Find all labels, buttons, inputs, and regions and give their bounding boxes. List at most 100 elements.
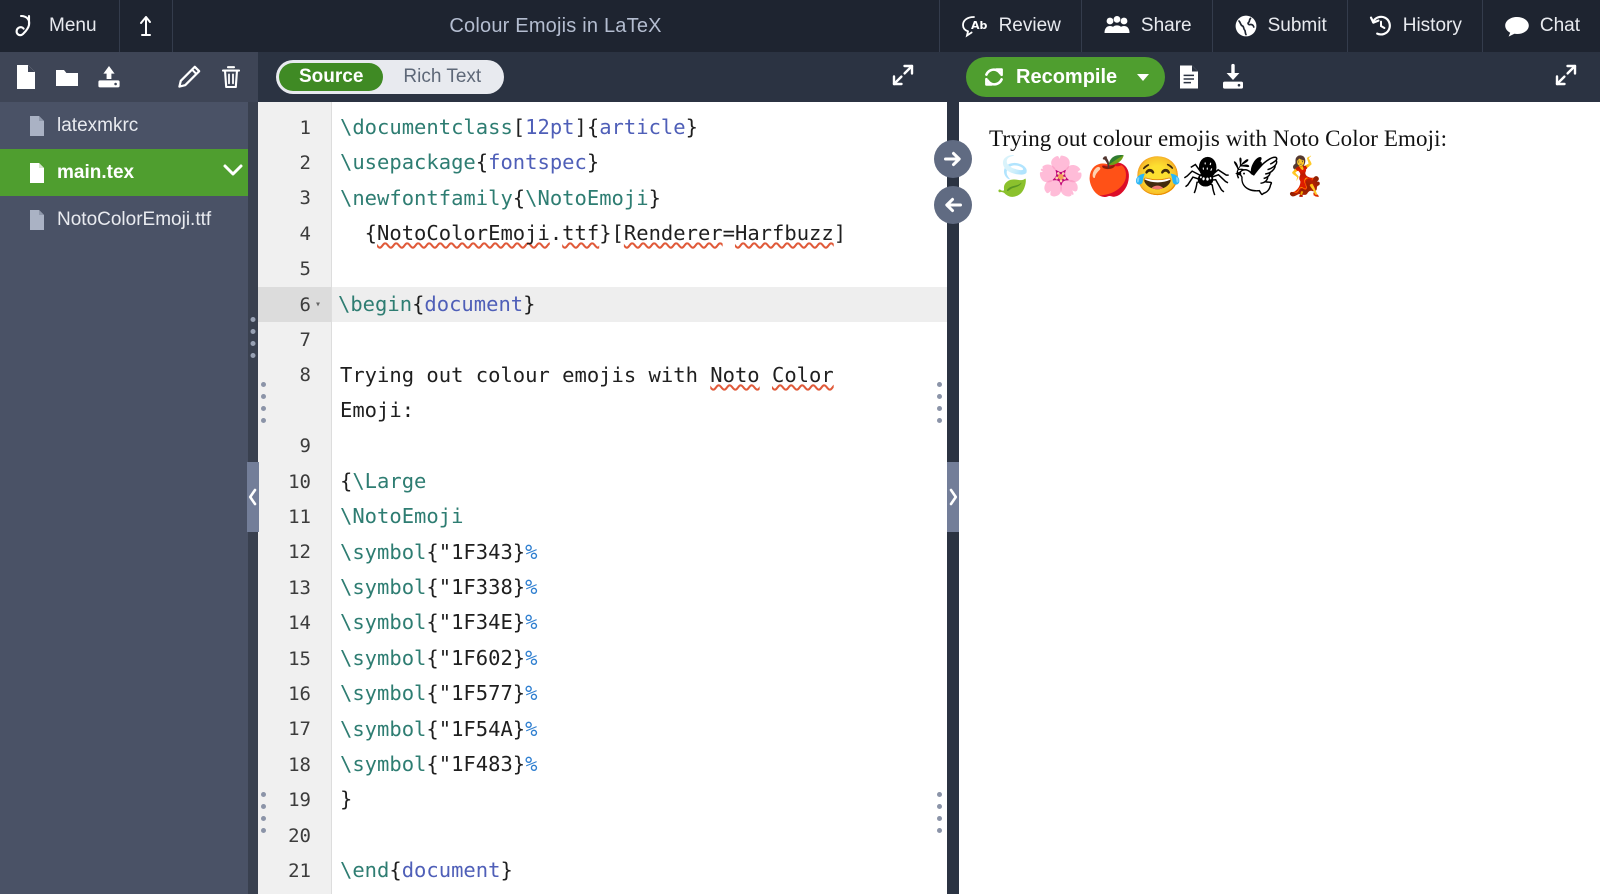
code-token: {"1F338}: [426, 575, 526, 600]
editor-fullscreen-button[interactable]: [891, 63, 915, 92]
review-label: Review: [998, 15, 1061, 36]
fold-toggle[interactable]: ▾: [311, 299, 325, 310]
pdf-sync-controls: [934, 140, 972, 224]
code-token: {: [475, 150, 489, 175]
code-line[interactable]: }: [332, 782, 947, 817]
pdf-toolbar: Recompile: [959, 52, 1600, 102]
code-line[interactable]: \end{document}: [332, 853, 947, 888]
file-item-main-tex[interactable]: main.tex: [0, 149, 258, 196]
overleaf-logo-icon: [14, 13, 40, 39]
code-line[interactable]: \usepackage{fontspec}: [332, 145, 947, 180]
code-token: }: [340, 787, 353, 812]
top-bar-actions: Ab Review Share Submit History Chat: [938, 0, 1600, 52]
back-to-projects-button[interactable]: [120, 0, 173, 52]
chevron-down-icon[interactable]: [222, 162, 244, 184]
share-button[interactable]: Share: [1080, 0, 1212, 52]
code-token: ]: [833, 221, 847, 246]
code-token: {"1F483}: [426, 752, 526, 777]
chat-label: Chat: [1539, 15, 1580, 36]
new-folder-button[interactable]: [54, 65, 80, 89]
sidebar-collapse-button[interactable]: [247, 462, 259, 532]
code-line[interactable]: [332, 322, 947, 357]
line-number: 10: [288, 470, 311, 493]
recompile-button[interactable]: Recompile: [966, 57, 1166, 97]
line-number: 3: [299, 187, 311, 210]
file-tree-sidebar: latexmkrc main.tex NotoColorEmoji.ttf: [0, 52, 259, 894]
code-token: {"1F34E}: [426, 610, 526, 635]
pdf-collapse-button[interactable]: [947, 462, 959, 532]
pdf-emoji-row: 🍃🌸🍎😂🕷🕊💃: [989, 156, 1330, 198]
code-token: =: [722, 221, 735, 246]
code-line[interactable]: \symbol{"1F483}%: [332, 747, 947, 782]
menu-button[interactable]: Menu: [0, 0, 120, 52]
code-line[interactable]: {NotoColorEmoji.ttf}[Renderer=Harfbuzz]: [332, 216, 947, 251]
code-line[interactable]: \begin{document}: [332, 286, 947, 323]
code-line[interactable]: \symbol{"1F34E}%: [332, 605, 947, 640]
editor-body[interactable]: 1 2 3 4 5 6 ▾ 7 8 9 10 11 12 13 14 15 16 17 18 19 20 21 \docu…: [258, 102, 947, 894]
new-file-button[interactable]: [14, 63, 38, 91]
code-token: }[: [599, 221, 624, 246]
pdf-document-view[interactable]: Trying out colour emojis with Noto Color…: [959, 102, 1600, 894]
expand-arrows-icon: [892, 64, 914, 85]
sync-to-pdf-button[interactable]: [934, 140, 972, 178]
history-button[interactable]: History: [1346, 0, 1482, 52]
code-content[interactable]: \documentclass[12pt]{article} \usepackage…: [332, 102, 947, 894]
line-number: 5: [299, 258, 311, 281]
code-line[interactable]: \symbol{"1F338}%: [332, 570, 947, 605]
recompile-options-button[interactable]: [1131, 57, 1165, 97]
file-name: NotoColorEmoji.ttf: [57, 208, 212, 230]
editor-pdf-splitter[interactable]: [934, 52, 972, 894]
code-token: \symbol: [340, 716, 427, 741]
chat-button[interactable]: Chat: [1481, 0, 1600, 52]
delete-button[interactable]: [218, 64, 244, 90]
code-token: %: [525, 681, 538, 706]
code-token: {: [340, 468, 353, 493]
code-line[interactable]: \NotoEmoji: [332, 499, 947, 534]
chat-bubble-icon: [1503, 14, 1531, 38]
logs-file-icon: [1180, 65, 1199, 89]
code-token: \symbol: [340, 752, 427, 777]
sync-to-code-button[interactable]: [934, 186, 972, 224]
code-line[interactable]: \symbol{"1F602}%: [332, 641, 947, 676]
rename-button[interactable]: [176, 64, 202, 90]
compile-logs-button[interactable]: [1169, 63, 1209, 91]
line-number: 14: [288, 612, 311, 635]
submit-button[interactable]: Submit: [1211, 0, 1347, 52]
line-number: 11: [288, 506, 311, 528]
code-token: }: [685, 115, 698, 139]
code-line[interactable]: Trying out colour emojis with Noto Color…: [332, 358, 947, 429]
tab-rich-text[interactable]: Rich Text: [383, 63, 501, 91]
file-item-notocoloremoji-ttf[interactable]: NotoColorEmoji.ttf: [0, 196, 258, 243]
code-token: %: [525, 645, 538, 670]
upload-button[interactable]: [96, 64, 122, 90]
line-number: 17: [288, 718, 311, 741]
tab-source[interactable]: Source: [279, 63, 384, 91]
overleaf-editor-app: Menu Colour Emojis in LaTeX Ab Review Sh…: [0, 0, 1600, 894]
code-line[interactable]: \newfontfamily{\NotoEmoji}: [332, 181, 947, 216]
menu-label: Menu: [49, 15, 97, 36]
pdf-fullscreen-button[interactable]: [1554, 63, 1578, 92]
recompile-label: Recompile: [1016, 65, 1118, 88]
code-line[interactable]: [332, 252, 947, 287]
caret-down-icon: [1137, 74, 1150, 81]
code-line[interactable]: [332, 429, 947, 464]
editor-left-grip-dots-lower: [261, 792, 266, 833]
arrow-left-icon: [945, 197, 962, 213]
code-line[interactable]: \symbol{"1F54A}%: [332, 712, 947, 747]
code-token: Renderer: [623, 221, 723, 246]
users-group-icon: [1102, 14, 1132, 38]
download-pdf-button[interactable]: [1213, 63, 1253, 91]
file-item-latexmkrc[interactable]: latexmkrc: [0, 102, 258, 149]
code-line[interactable]: \symbol{"1F343}%: [332, 535, 947, 570]
code-token: \symbol: [340, 575, 427, 600]
code-token: {"1F602}: [426, 645, 526, 670]
code-line[interactable]: \symbol{"1F577}%: [332, 676, 947, 711]
line-number: 7: [299, 329, 311, 352]
code-line[interactable]: {\Large: [332, 464, 947, 499]
recompile-main[interactable]: Recompile: [966, 57, 1131, 97]
code-line[interactable]: \documentclass[12pt]{article}: [332, 110, 947, 145]
review-button[interactable]: Ab Review: [938, 0, 1081, 52]
line-number: 13: [288, 576, 311, 599]
source-richtext-toggle: Source Rich Text: [276, 60, 505, 94]
code-line[interactable]: [332, 818, 947, 853]
